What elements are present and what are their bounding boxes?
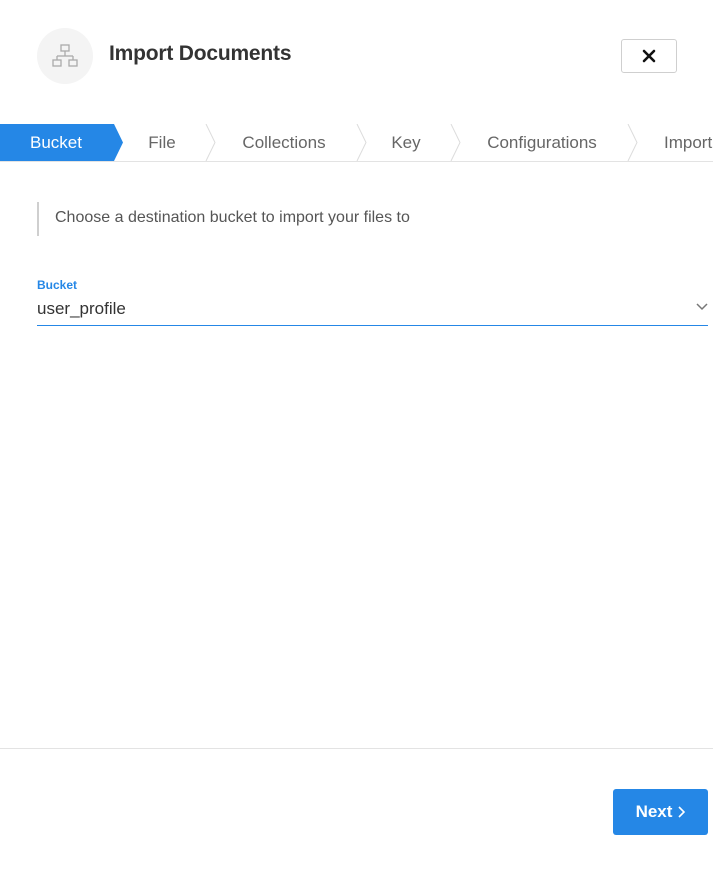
step-separator bbox=[627, 124, 638, 161]
step-key[interactable]: Key bbox=[365, 124, 447, 161]
step-file[interactable]: File bbox=[122, 124, 202, 161]
page-title: Import Documents bbox=[109, 42, 292, 65]
next-button[interactable]: Next bbox=[613, 789, 708, 835]
network-icon bbox=[52, 44, 78, 67]
step-bucket[interactable]: Bucket bbox=[0, 124, 112, 161]
next-button-label: Next bbox=[635, 802, 673, 821]
step-configurations[interactable]: Configurations bbox=[458, 124, 626, 161]
step-import[interactable]: Import bbox=[664, 124, 712, 161]
close-icon bbox=[642, 49, 656, 63]
bucket-select-value: user_profile bbox=[37, 299, 126, 318]
step-collections[interactable]: Collections bbox=[214, 124, 354, 161]
bucket-select[interactable]: user_profile bbox=[37, 297, 708, 326]
wizard-steps: Bucket File Collections Key Configuratio… bbox=[0, 124, 713, 162]
close-button[interactable] bbox=[621, 39, 677, 73]
footer-divider bbox=[0, 748, 713, 749]
bucket-label: Bucket bbox=[37, 278, 78, 292]
chevron-right-icon bbox=[678, 806, 686, 818]
dialog-header: Import Documents bbox=[0, 0, 713, 112]
instruction-text: Choose a destination bucket to import yo… bbox=[37, 202, 410, 236]
logo bbox=[37, 28, 93, 84]
chevron-down-icon bbox=[696, 303, 708, 311]
